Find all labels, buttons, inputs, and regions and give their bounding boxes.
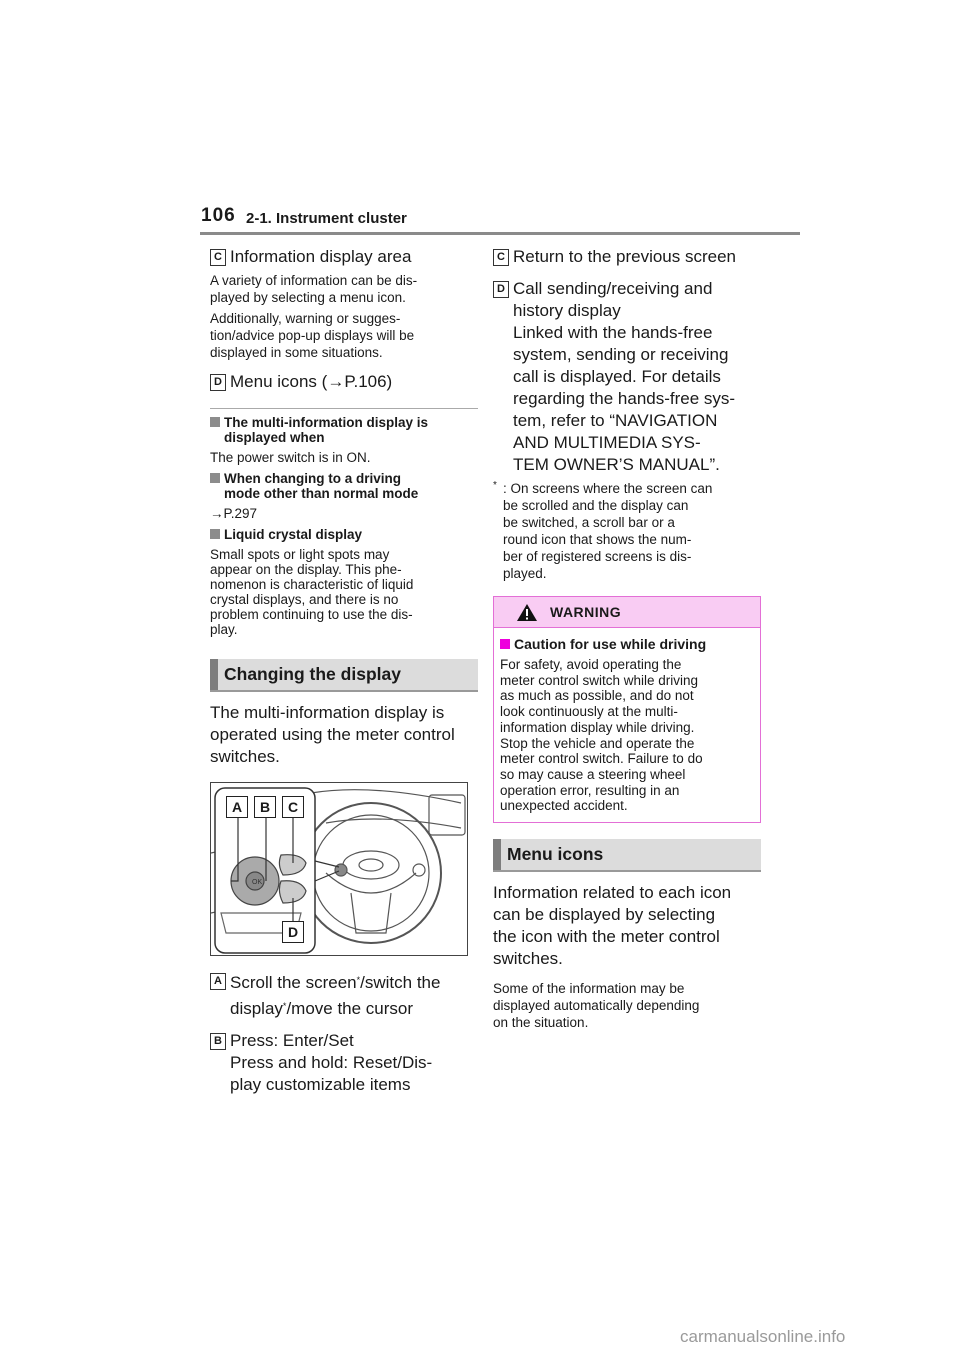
heading-accent xyxy=(493,839,501,871)
label-a: A xyxy=(210,973,226,990)
section-title: 2-1. Instrument cluster xyxy=(246,210,407,227)
divider xyxy=(210,408,478,409)
svg-text:OK: OK xyxy=(252,879,262,886)
note-heading-display-when: The multi-information display is display… xyxy=(210,415,478,445)
page-number: 106 xyxy=(201,205,236,226)
figure-label-a: A xyxy=(226,796,248,818)
note-body-lcd: Small spots or light spots may appear on… xyxy=(210,547,414,637)
menu-icons-link[interactable]: Menu icons (→P.106) xyxy=(230,372,392,391)
item-title: Information display area xyxy=(230,247,412,266)
meter-control-switch-figure: OK A B C D xyxy=(210,782,468,956)
square-bullet-icon xyxy=(210,473,220,483)
menu-icons-note: Some of the information may be displayed… xyxy=(493,981,700,1031)
figure-label-d: D xyxy=(282,921,304,943)
menu-icons-body: Information related to each icon can be … xyxy=(493,883,732,969)
heading-menu-icons: Menu icons xyxy=(493,839,761,873)
warning-title: WARNING xyxy=(550,604,622,620)
label-d: D xyxy=(210,374,226,391)
item-d-call: D Call sending/receiving and history dis… xyxy=(493,278,761,476)
header-rule xyxy=(200,232,800,235)
warning-text: For safety, avoid operating the meter co… xyxy=(500,657,703,814)
item-c-return: C Return to the previous screen xyxy=(493,246,761,268)
item-c-description-1: A variety of information can be dis- pla… xyxy=(210,273,418,305)
right-column: C Return to the previous screen D Call s… xyxy=(493,246,761,1031)
note-heading-lcd: Liquid crystal display xyxy=(210,527,478,542)
note-heading-driving-mode: When changing to a driving mode other th… xyxy=(210,471,478,501)
left-column: C Information display area A variety of … xyxy=(210,246,478,1096)
page-reference-link[interactable]: →P.297 xyxy=(210,506,478,521)
heading-accent xyxy=(210,659,218,690)
item-a-scroll: A Scroll the screen*/switch the display*… xyxy=(210,970,478,1022)
item-c-information-display-area: C Information display area xyxy=(210,246,478,268)
warning-header: WARNING xyxy=(494,597,760,628)
note-body-power: The power switch is in ON. xyxy=(210,450,371,465)
footnote-asterisk: * xyxy=(493,480,497,491)
figure-label-b: B xyxy=(254,796,276,818)
figure-label-c: C xyxy=(282,796,304,818)
warning-box: WARNING Caution for use while driving Fo… xyxy=(493,596,761,824)
footnote: * : On screens where the screen can be s… xyxy=(493,480,761,582)
steering-wheel-illustration: OK xyxy=(211,787,466,954)
square-bullet-icon xyxy=(210,529,220,539)
square-bullet-icon xyxy=(210,417,220,427)
label-c: C xyxy=(210,249,226,266)
item-c-description-2: Additionally, warning or sugges- tion/ad… xyxy=(210,311,415,360)
magenta-square-bullet-icon xyxy=(500,639,510,649)
item-d-menu-icons: D Menu icons (→P.106) xyxy=(210,371,478,393)
label-b: B xyxy=(210,1033,226,1050)
label-c: C xyxy=(493,249,509,266)
watermark: carmanualsonline.info xyxy=(680,1327,846,1346)
caution-heading: Caution for use while driving xyxy=(500,636,754,652)
label-d: D xyxy=(493,281,509,298)
warning-triangle-icon xyxy=(517,604,537,621)
heading-changing-the-display: Changing the display xyxy=(210,659,478,692)
item-b-press: B Press: Enter/Set Press and hold: Reset… xyxy=(210,1030,478,1096)
changing-display-body: The multi-information display is operate… xyxy=(210,703,455,766)
